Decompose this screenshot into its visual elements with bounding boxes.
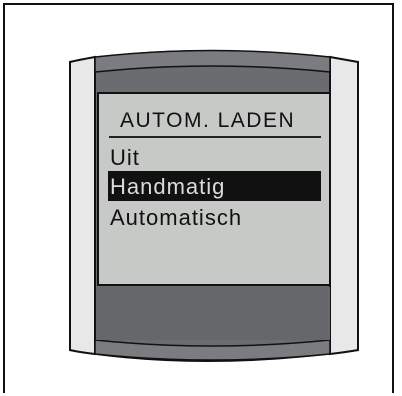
right-side-panel	[329, 55, 359, 356]
menu-option-automatisch[interactable]: Automatisch	[110, 207, 242, 229]
left-side-panel	[69, 55, 96, 356]
screen-title: AUTOM. LADEN	[120, 109, 296, 132]
title-divider	[109, 136, 321, 138]
menu-option-uit[interactable]: Uit	[110, 147, 140, 169]
lower-panel	[96, 287, 330, 340]
menu-option-handmatig[interactable]: Handmatig	[110, 176, 225, 198]
